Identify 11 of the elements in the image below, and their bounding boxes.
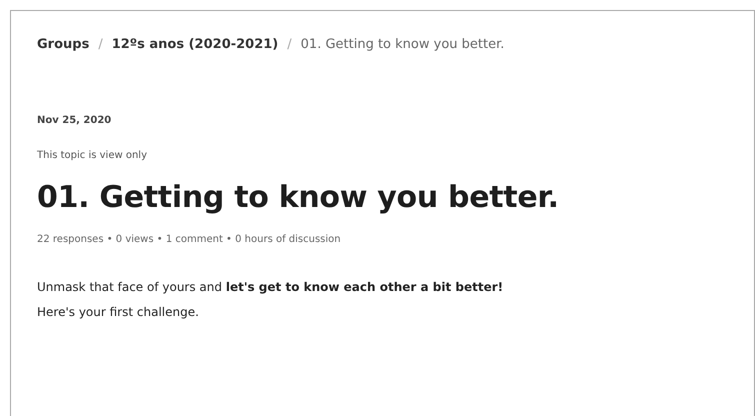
breadcrumb-separator: /: [287, 37, 292, 52]
breadcrumb-link[interactable]: 12ºs anos (2020-2021): [112, 37, 278, 52]
breadcrumb-separator: /: [98, 37, 103, 52]
body-paragraph: Here's your first challenge.: [37, 304, 200, 321]
topic-stats: 22 responses • 0 views • 1 comment • 0 hours of discussion: [37, 234, 342, 245]
body-paragraph: Unmask that face of yours and let's get to know each other a bit better!: [37, 279, 504, 296]
breadcrumb-current[interactable]: 01. Getting to know you better.: [300, 37, 504, 52]
breadcrumb-link[interactable]: Groups: [37, 37, 90, 52]
view-only-notice: This topic is view only: [37, 150, 148, 161]
topic-title: 01. Getting to know you better.: [37, 180, 560, 215]
post-date: Nov 25, 2020: [37, 115, 112, 126]
